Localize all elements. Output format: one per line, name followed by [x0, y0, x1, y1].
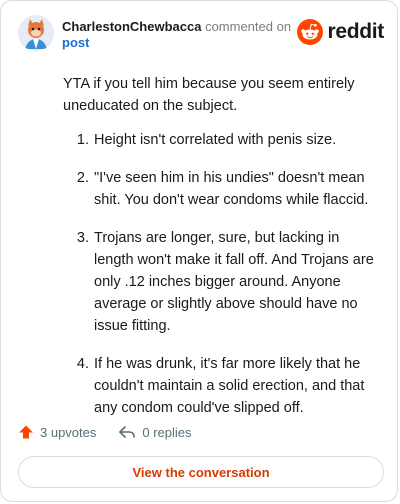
comment-body: YTA if you tell him because you seem ent… [63, 73, 381, 435]
reply-count: 0 replies [142, 424, 192, 440]
list-item: Height isn't correlated with penis size. [93, 129, 381, 151]
avatar[interactable] [18, 15, 54, 51]
embed-card: CharlestonChewbacca commented on post re… [0, 0, 398, 502]
reddit-logo-icon [297, 19, 324, 45]
comment-list: Height isn't correlated with penis size.… [63, 129, 381, 419]
reply-arrow-icon [119, 426, 136, 438]
avatar-icon [18, 15, 54, 51]
action-text: commented on [205, 19, 292, 34]
upvote-arrow-icon [19, 425, 33, 439]
upvotes[interactable]: 3 upvotes [18, 424, 96, 440]
list-item: "I've seen him in his undies" doesn't me… [93, 167, 381, 211]
comment-meta: CharlestonChewbacca commented on post [62, 19, 291, 51]
comment-header: CharlestonChewbacca commented on post re… [18, 15, 384, 55]
list-item: Trojans are longer, sure, but lacking in… [93, 227, 381, 337]
view-conversation-button[interactable]: View the conversation [18, 456, 384, 488]
comment-intro: YTA if you tell him because you seem ent… [63, 76, 355, 114]
post-link[interactable]: post [62, 35, 291, 51]
replies[interactable]: 0 replies [118, 424, 192, 440]
upvote-count: 3 upvotes [40, 424, 97, 440]
list-item: If he was drunk, it's far more likely th… [93, 353, 381, 419]
reddit-brand[interactable]: reddit [297, 19, 384, 45]
reddit-wordmark: reddit [327, 20, 384, 43]
comment-footer: 3 upvotes 0 replies [18, 421, 384, 443]
username-link[interactable]: CharlestonChewbacca [62, 19, 201, 34]
